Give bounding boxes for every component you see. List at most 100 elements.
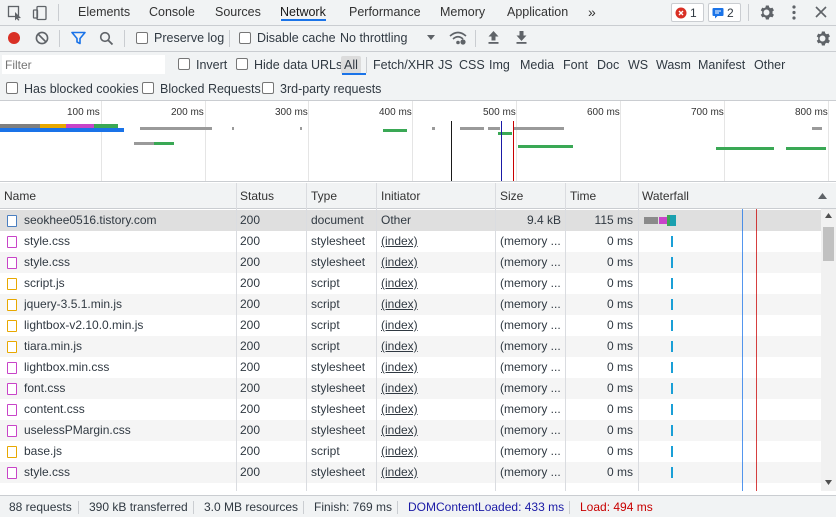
filter-type-all[interactable]: All [341,56,361,74]
request-name[interactable]: tiara.min.js [24,336,232,357]
column-header-name[interactable]: Name [4,183,36,209]
tab-elements[interactable]: Elements [78,0,130,25]
tab-performance[interactable]: Performance [349,0,421,25]
filter-type-font[interactable]: Font [563,58,588,72]
table-row[interactable]: base.js 200 script (index) (memory ... 0 ms [0,441,821,462]
filter-type-fetch-xhr[interactable]: Fetch/XHR [373,58,434,72]
filter-input[interactable] [2,55,165,74]
request-initiator[interactable]: (index) [381,315,491,336]
tab-network[interactable]: Network [280,0,326,25]
filter-type-doc[interactable]: Doc [597,58,619,72]
request-initiator[interactable]: (index) [381,252,491,273]
table-row[interactable]: content.css 200 stylesheet (index) (memory .… [0,399,821,420]
request-time: 0 ms [606,339,633,353]
filter-type-manifest[interactable]: Manifest [698,58,745,72]
filter-type-wasm[interactable]: Wasm [656,58,691,72]
request-name[interactable]: content.css [24,399,232,420]
column-header-time[interactable]: Time [570,183,596,209]
column-header-size[interactable]: Size [500,183,523,209]
request-initiator[interactable]: (index) [381,399,491,420]
record-icon[interactable] [7,31,21,45]
waterfall-bar [671,299,673,310]
scroll-up-arrow-icon[interactable] [825,213,832,218]
export-har-download-icon[interactable] [515,30,528,45]
device-toolbar-icon[interactable] [32,5,48,21]
inspect-element-icon[interactable] [7,5,23,21]
request-name[interactable]: font.css [24,378,232,399]
request-initiator[interactable]: (index) [381,294,491,315]
scroll-thumb[interactable] [823,227,834,261]
request-name[interactable]: uselessPMargin.css [24,420,232,441]
request-name[interactable]: jquery-3.5.1.min.js [24,294,232,315]
request-name[interactable]: base.js [24,441,232,462]
timeline-overview[interactable]: 100 ms 200 ms 300 ms 400 ms 500 ms 600 m… [0,101,836,182]
error-count-badge[interactable]: 1 [671,3,704,22]
request-initiator[interactable]: (index) [381,357,491,378]
invert-checkbox[interactable] [178,58,190,70]
column-header-waterfall[interactable]: Waterfall [642,183,689,209]
request-initiator[interactable]: (index) [381,378,491,399]
request-initiator[interactable]: (index) [381,441,491,462]
column-header-status[interactable]: Status [240,183,274,209]
filter-icon[interactable] [71,31,86,45]
request-initiator[interactable]: (index) [381,336,491,357]
table-row[interactable]: tiara.min.js 200 script (index) (memory ... 0… [0,336,821,357]
tab-application[interactable]: Application [507,0,568,25]
table-scrollbar[interactable] [821,209,836,491]
table-row[interactable]: jquery-3.5.1.min.js 200 script (index) (memo… [0,294,821,315]
preserve-log-checkbox[interactable] [136,32,148,44]
third-party-requests-checkbox[interactable] [262,82,274,94]
table-row[interactable]: uselessPMargin.css 200 stylesheet (index) (m… [0,420,821,441]
close-icon[interactable] [814,5,828,19]
request-name[interactable]: style.css [24,252,232,273]
table-row[interactable]: lightbox.min.css 200 stylesheet (index) (mem… [0,357,821,378]
settings-gear-icon[interactable] [758,4,775,21]
more-options-icon[interactable] [791,4,797,21]
script-file-icon [7,341,17,353]
column-header-initiator[interactable]: Initiator [381,183,420,209]
has-blocked-cookies-checkbox[interactable] [6,82,18,94]
import-har-upload-icon[interactable] [487,30,500,45]
table-row[interactable]: font.css 200 stylesheet (index) (memory ... 0… [0,378,821,399]
hide-data-urls-checkbox[interactable] [236,58,248,70]
request-initiator[interactable]: (index) [381,273,491,294]
request-size: (memory ... [500,444,561,458]
disable-cache-checkbox[interactable] [239,32,251,44]
request-name[interactable]: seokhee0516.tistory.com [24,210,232,231]
request-initiator[interactable]: (index) [381,420,491,441]
sort-ascending-icon[interactable] [818,193,827,199]
tab-sources[interactable]: Sources [215,0,261,25]
table-row[interactable]: lightbox-v2.10.0.min.js 200 script (index) (… [0,315,821,336]
more-tabs-button[interactable]: » [588,0,596,25]
blocked-requests-checkbox[interactable] [142,82,154,94]
filter-type-other[interactable]: Other [754,58,785,72]
tab-console[interactable]: Console [149,0,195,25]
request-name[interactable]: lightbox.min.css [24,357,232,378]
filter-type-img[interactable]: Img [489,58,510,72]
filter-type-css[interactable]: CSS [459,58,485,72]
request-initiator[interactable]: (index) [381,231,491,252]
table-row[interactable]: script.js 200 script (index) (memory ... 0 ms [0,273,821,294]
request-name[interactable]: script.js [24,273,232,294]
filter-type-media[interactable]: Media [520,58,554,72]
devtools-tab-bar: Elements Console Sources Network Perform… [0,0,836,26]
scroll-down-arrow-icon[interactable] [825,480,832,485]
filter-type-ws[interactable]: WS [628,58,648,72]
table-row[interactable]: style.css 200 stylesheet (index) (memory ...… [0,462,821,483]
filter-type-js[interactable]: JS [438,58,453,72]
request-name[interactable]: lightbox-v2.10.0.min.js [24,315,232,336]
search-icon[interactable] [99,31,114,46]
network-settings-gear-icon[interactable] [814,30,831,47]
column-header-type[interactable]: Type [311,183,337,209]
request-name[interactable]: style.css [24,231,232,252]
clear-icon[interactable] [35,31,49,45]
table-row[interactable]: style.css 200 stylesheet (index) (memory ...… [0,252,821,273]
table-row[interactable]: seokhee0516.tistory.com 200 document Other 9… [0,210,821,231]
request-name[interactable]: style.css [24,462,232,483]
request-initiator[interactable]: (index) [381,462,491,483]
throttling-select[interactable]: No throttling [340,31,407,45]
network-conditions-wifi-icon[interactable] [449,30,467,46]
message-count-badge[interactable]: 2 [708,3,741,22]
tab-memory[interactable]: Memory [440,0,485,25]
table-row[interactable]: style.css 200 stylesheet (index) (memory ...… [0,231,821,252]
